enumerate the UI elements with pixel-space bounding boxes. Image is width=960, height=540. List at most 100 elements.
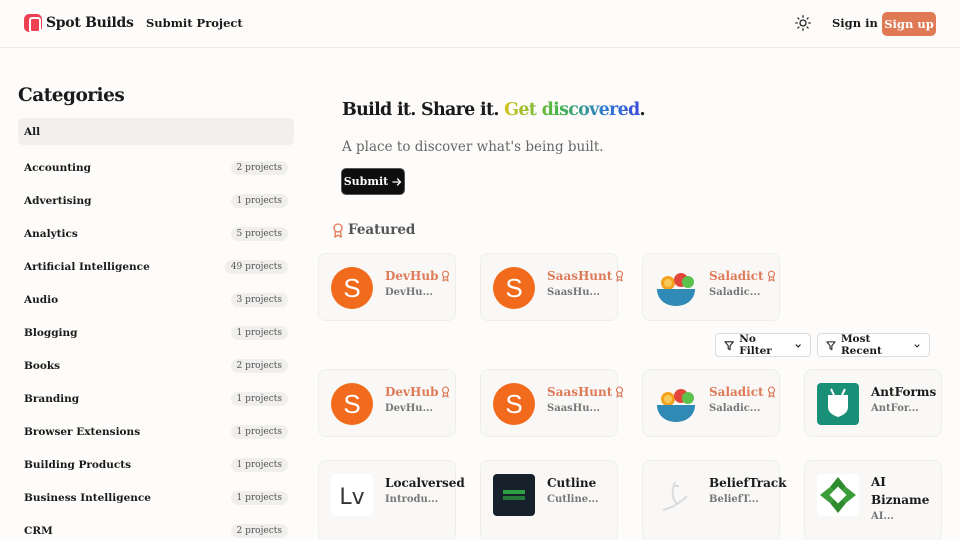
category-count-badge: 2 projects <box>230 523 288 538</box>
project-card-saashunt[interactable]: S SaasHunt SaasHu... <box>480 369 624 437</box>
category-item[interactable]: Audio 3 projects <box>18 283 294 316</box>
card-description: BeliefT... <box>709 494 759 505</box>
category-item[interactable]: Building Products 1 projects <box>18 448 294 481</box>
card-description: SaasHu... <box>547 403 600 414</box>
award-icon <box>616 386 624 398</box>
category-label: Blogging <box>24 326 78 339</box>
category-count-badge: 1 projects <box>230 424 288 439</box>
card-name: SaasHunt <box>547 269 624 283</box>
card-description: DevHu... <box>385 287 434 298</box>
project-card-antforms[interactable]: AntForms AntFor... <box>804 369 942 437</box>
award-icon <box>333 222 343 238</box>
submit-button[interactable]: Submit <box>342 169 404 194</box>
logo-icon <box>24 14 42 33</box>
category-item[interactable]: Analytics 5 projects <box>18 217 294 250</box>
category-item[interactable]: Branding 1 projects <box>18 382 294 415</box>
category-item[interactable]: Browser Extensions 1 projects <box>18 415 294 448</box>
category-item[interactable]: Books 2 projects <box>18 349 294 382</box>
featured-card-saladict[interactable]: Saladict Saladic... <box>642 253 780 321</box>
card-name: BeliefTrack <box>709 476 787 490</box>
project-card-saladict[interactable]: Saladict Saladic... <box>642 369 780 437</box>
award-icon <box>442 270 450 282</box>
category-count-badge: 1 projects <box>230 490 288 505</box>
card-description: Saladic... <box>709 403 761 414</box>
chevron-down-icon <box>914 343 920 348</box>
brand-name: Spot Builds <box>46 15 134 31</box>
category-count-badge: 1 projects <box>230 193 288 208</box>
top-header: Spot Builds Submit Project Sign in Sign … <box>0 0 960 48</box>
card-name: DevHub <box>385 385 450 399</box>
card-name: Saladict <box>709 385 776 399</box>
featured-header: Featured <box>332 222 415 238</box>
project-card-belieftrack[interactable]: BeliefTrack BeliefT... <box>642 460 786 540</box>
svg-text:S: S <box>343 273 360 303</box>
featured-card-saashunt[interactable]: S SaasHunt SaasHu... <box>480 253 624 321</box>
signup-button[interactable]: Sign up <box>882 12 936 36</box>
project-card-cutline[interactable]: Cutline Cutline... <box>480 460 618 540</box>
chevron-down-icon <box>795 343 801 348</box>
category-count-badge: 5 projects <box>230 226 288 241</box>
svg-text:Lv: Lv <box>339 485 364 510</box>
card-name: AntForms <box>871 385 937 399</box>
devhub-logo-icon: S <box>331 383 373 425</box>
featured-card-devhub[interactable]: S DevHub DevHu... <box>318 253 456 321</box>
category-label: Branding <box>24 392 80 405</box>
award-icon <box>442 386 450 398</box>
submit-label: Submit <box>343 175 389 188</box>
category-item[interactable]: Accounting 2 projects <box>18 151 294 184</box>
hero-title-highlight: Get discovered <box>504 100 640 120</box>
submit-project-link[interactable]: Submit Project <box>146 16 243 30</box>
devhub-logo-icon: S <box>331 267 373 309</box>
category-label: Artificial Intelligence <box>24 260 150 273</box>
card-description: Saladic... <box>709 287 761 298</box>
card-description: DevHu... <box>385 403 434 414</box>
sun-icon[interactable] <box>794 14 812 32</box>
category-label: Advertising <box>24 194 92 207</box>
hero-title-part: Build it. Share it. <box>342 100 505 120</box>
categories-heading: Categories <box>18 85 125 106</box>
project-card-devhub[interactable]: S DevHub DevHu... <box>318 369 456 437</box>
card-description: Cutline... <box>547 494 599 505</box>
award-icon <box>767 270 775 282</box>
antforms-logo-icon <box>817 383 859 425</box>
svg-text:S: S <box>343 389 360 419</box>
svg-text:S: S <box>505 273 522 303</box>
project-card-ai-bizname[interactable]: AI Bizname AI... <box>804 460 942 540</box>
category-count-badge: 49 projects <box>224 259 288 274</box>
card-name: AI Bizname <box>871 475 930 507</box>
card-name: Cutline <box>547 476 597 490</box>
category-item[interactable]: CRM 2 projects <box>18 514 294 540</box>
award-icon <box>767 386 775 398</box>
svg-text:S: S <box>505 389 522 419</box>
sort-dropdown[interactable]: Most Recent <box>817 333 930 357</box>
category-label: Books <box>24 359 61 372</box>
filter-dropdown[interactable]: No Filter <box>715 333 811 357</box>
salad-bowl-icon <box>657 389 695 422</box>
card-description: AI... <box>871 511 894 522</box>
category-item[interactable]: Business Intelligence 1 projects <box>18 481 294 514</box>
category-label: Building Products <box>24 458 132 471</box>
filter-label: No Filter <box>739 333 772 357</box>
category-count-badge: 2 projects <box>230 358 288 373</box>
cutline-logo-icon <box>493 474 535 516</box>
saashunt-logo-icon: S <box>493 383 535 425</box>
category-label: Business Intelligence <box>24 491 151 504</box>
category-label: All <box>24 125 41 138</box>
hero-subtitle: A place to discover what's being built. <box>342 139 604 155</box>
category-item[interactable]: Blogging 1 projects <box>18 316 294 349</box>
award-icon <box>616 270 624 282</box>
category-count-badge: 1 projects <box>230 457 288 472</box>
category-item[interactable]: Advertising 1 projects <box>18 184 294 217</box>
signin-button[interactable]: Sign in <box>832 16 878 30</box>
category-item-all[interactable]: All <box>18 118 294 145</box>
brand-logo[interactable]: Spot Builds <box>24 14 134 33</box>
category-item[interactable]: Artificial Intelligence 49 projects <box>18 250 294 283</box>
category-count-badge: 2 projects <box>230 160 288 175</box>
card-description: Introdu... <box>385 494 439 505</box>
card-name: DevHub <box>385 269 450 283</box>
category-list: All Accounting 2 projects Advertising 1 pr… <box>18 118 294 540</box>
filter-icon <box>826 340 836 350</box>
salad-bowl-icon <box>657 273 695 306</box>
project-card-localversed[interactable]: Lv Localversed Introdu... <box>318 460 465 540</box>
card-description: SaasHu... <box>547 287 600 298</box>
